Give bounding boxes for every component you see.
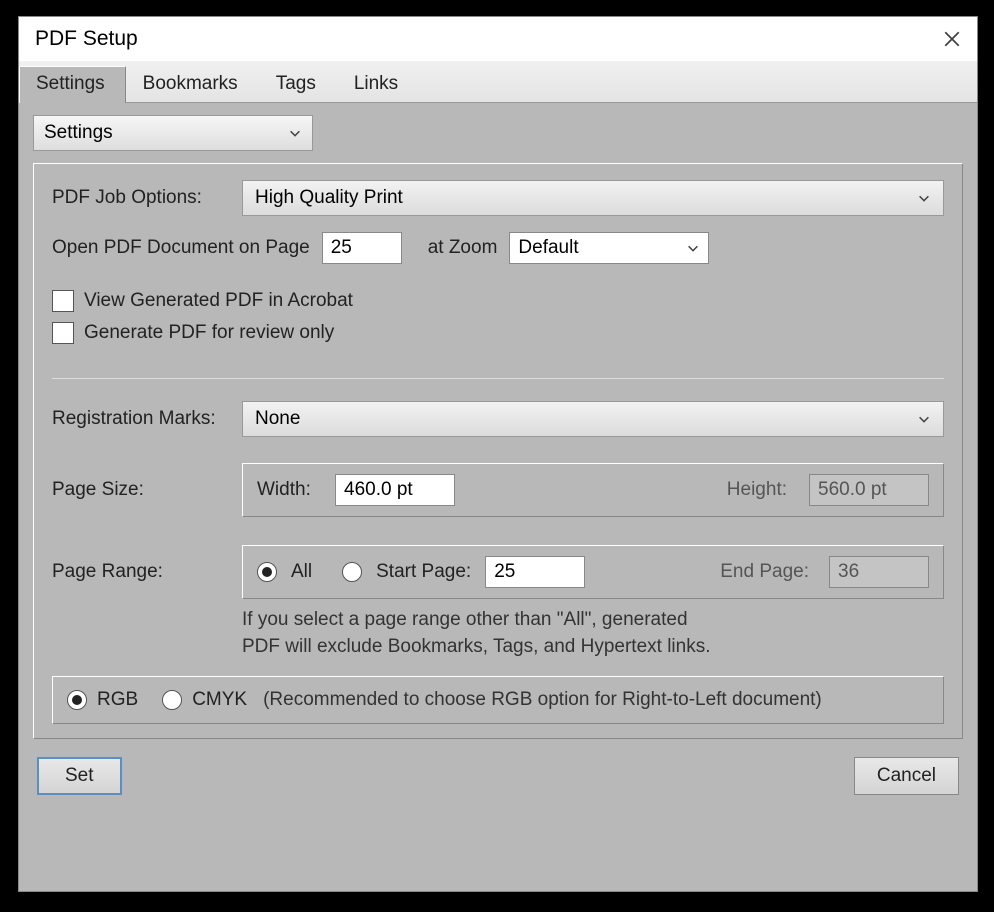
job-options-row: PDF Job Options: High Quality Print xyxy=(52,180,944,216)
tab-bar: Settings Bookmarks Tags Links xyxy=(19,61,977,103)
page-range-row: Page Range: All Start Page: End Page: xyxy=(52,545,944,599)
cmyk-radio[interactable] xyxy=(162,690,182,710)
cancel-button[interactable]: Cancel xyxy=(854,757,959,795)
tab-settings[interactable]: Settings xyxy=(19,66,126,103)
zoom-value: Default xyxy=(518,237,578,259)
cmyk-label[interactable]: CMYK xyxy=(192,689,247,711)
page-range-label: Page Range: xyxy=(52,561,242,583)
chevron-down-icon xyxy=(917,191,931,205)
page-size-row: Page Size: Width: Height: xyxy=(52,463,944,517)
close-button[interactable] xyxy=(939,26,965,52)
open-page-label: Open PDF Document on Page xyxy=(52,237,310,259)
width-input[interactable] xyxy=(335,474,455,506)
review-only-checkbox[interactable] xyxy=(52,322,74,344)
job-options-label: PDF Job Options: xyxy=(52,187,242,209)
tab-bookmarks[interactable]: Bookmarks xyxy=(126,66,259,103)
range-start-label[interactable]: Start Page: xyxy=(376,561,471,583)
review-only-row: Generate PDF for review only xyxy=(52,322,944,344)
reg-marks-select[interactable]: None xyxy=(242,401,944,437)
chevron-down-icon xyxy=(686,241,700,255)
range-start-radio[interactable] xyxy=(342,562,362,582)
width-label: Width: xyxy=(257,479,321,501)
close-icon xyxy=(943,30,961,48)
rgb-radio[interactable] xyxy=(67,690,87,710)
settings-preset-dropdown[interactable]: Settings xyxy=(33,115,313,151)
end-page-label: End Page: xyxy=(720,561,809,583)
range-all-radio[interactable] xyxy=(257,562,277,582)
open-page-input[interactable] xyxy=(322,232,402,264)
range-all-label[interactable]: All xyxy=(291,561,312,583)
view-generated-checkbox[interactable] xyxy=(52,290,74,312)
titlebar: PDF Setup xyxy=(19,17,977,61)
button-row: Set Cancel xyxy=(33,757,963,795)
content-area: Settings PDF Job Options: High Quality P… xyxy=(19,103,977,807)
color-recommend-text: (Recommended to choose RGB option for Ri… xyxy=(263,689,822,711)
open-page-row: Open PDF Document on Page at Zoom Defaul… xyxy=(52,232,944,264)
chevron-down-icon xyxy=(917,412,931,426)
range-note-line2: PDF will exclude Bookmarks, Tags, and Hy… xyxy=(242,634,944,661)
review-only-label: Generate PDF for review only xyxy=(84,322,334,344)
tab-tags[interactable]: Tags xyxy=(259,66,337,103)
view-generated-label: View Generated PDF in Acrobat xyxy=(84,290,353,312)
zoom-select[interactable]: Default xyxy=(509,232,709,264)
reg-marks-row: Registration Marks: None xyxy=(52,401,944,437)
height-input xyxy=(809,474,929,506)
reg-marks-value: None xyxy=(255,408,300,430)
chevron-down-icon xyxy=(288,126,302,140)
page-range-group: All Start Page: End Page: xyxy=(242,545,944,599)
range-note-line1: If you select a page range other than "A… xyxy=(242,607,944,634)
end-page-input xyxy=(829,556,929,588)
color-mode-group: RGB CMYK (Recommended to choose RGB opti… xyxy=(52,676,944,724)
view-generated-row: View Generated PDF in Acrobat xyxy=(52,290,944,312)
window-title: PDF Setup xyxy=(31,27,138,51)
dialog-window: PDF Setup Settings Bookmarks Tags Links … xyxy=(18,16,978,892)
height-label: Height: xyxy=(727,479,787,501)
zoom-label: at Zoom xyxy=(428,237,498,259)
tab-links[interactable]: Links xyxy=(337,66,419,103)
reg-marks-label: Registration Marks: xyxy=(52,408,242,430)
settings-group: PDF Job Options: High Quality Print Open… xyxy=(33,163,963,739)
page-size-label: Page Size: xyxy=(52,479,242,501)
job-options-value: High Quality Print xyxy=(255,187,403,209)
set-button[interactable]: Set xyxy=(37,757,122,795)
page-size-group: Width: Height: xyxy=(242,463,944,517)
divider xyxy=(52,378,944,379)
rgb-label[interactable]: RGB xyxy=(97,689,138,711)
range-note: If you select a page range other than "A… xyxy=(242,607,944,660)
start-page-input[interactable] xyxy=(485,556,585,588)
job-options-select[interactable]: High Quality Print xyxy=(242,180,944,216)
settings-preset-label: Settings xyxy=(44,122,113,144)
